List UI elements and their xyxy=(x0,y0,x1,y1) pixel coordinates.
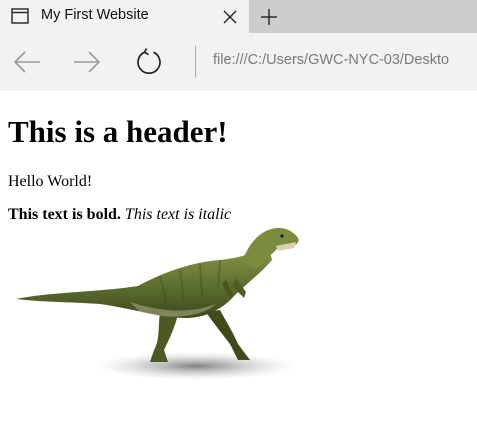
address-bar[interactable]: file:///C:/Users/GWC-NYC-03/Deskto xyxy=(213,52,449,68)
plus-icon[interactable] xyxy=(260,8,278,26)
back-arrow-icon[interactable] xyxy=(12,49,42,75)
navigation-bar: file:///C:/Users/GWC-NYC-03/Deskto xyxy=(0,33,477,91)
tab-title: My First Website xyxy=(41,7,149,23)
italic-text: This text is italic xyxy=(124,206,232,223)
page-header: This is a header! xyxy=(8,114,228,149)
tab-window-icon xyxy=(11,8,29,24)
tab-bar: My First Website xyxy=(0,0,477,33)
page-content: This is a header! Hello World! This text… xyxy=(0,91,477,425)
close-icon[interactable] xyxy=(222,9,238,25)
bold-text: This text is bold. xyxy=(8,206,121,223)
refresh-icon[interactable] xyxy=(134,47,164,77)
formatted-paragraph: This text is bold. This text is italic xyxy=(8,206,231,224)
forward-arrow-icon[interactable] xyxy=(72,49,102,75)
tab-my-first-website[interactable]: My First Website xyxy=(0,0,249,33)
hello-paragraph: Hello World! xyxy=(8,173,93,190)
toolbar-divider xyxy=(195,46,196,78)
dinosaur-image xyxy=(16,227,299,380)
